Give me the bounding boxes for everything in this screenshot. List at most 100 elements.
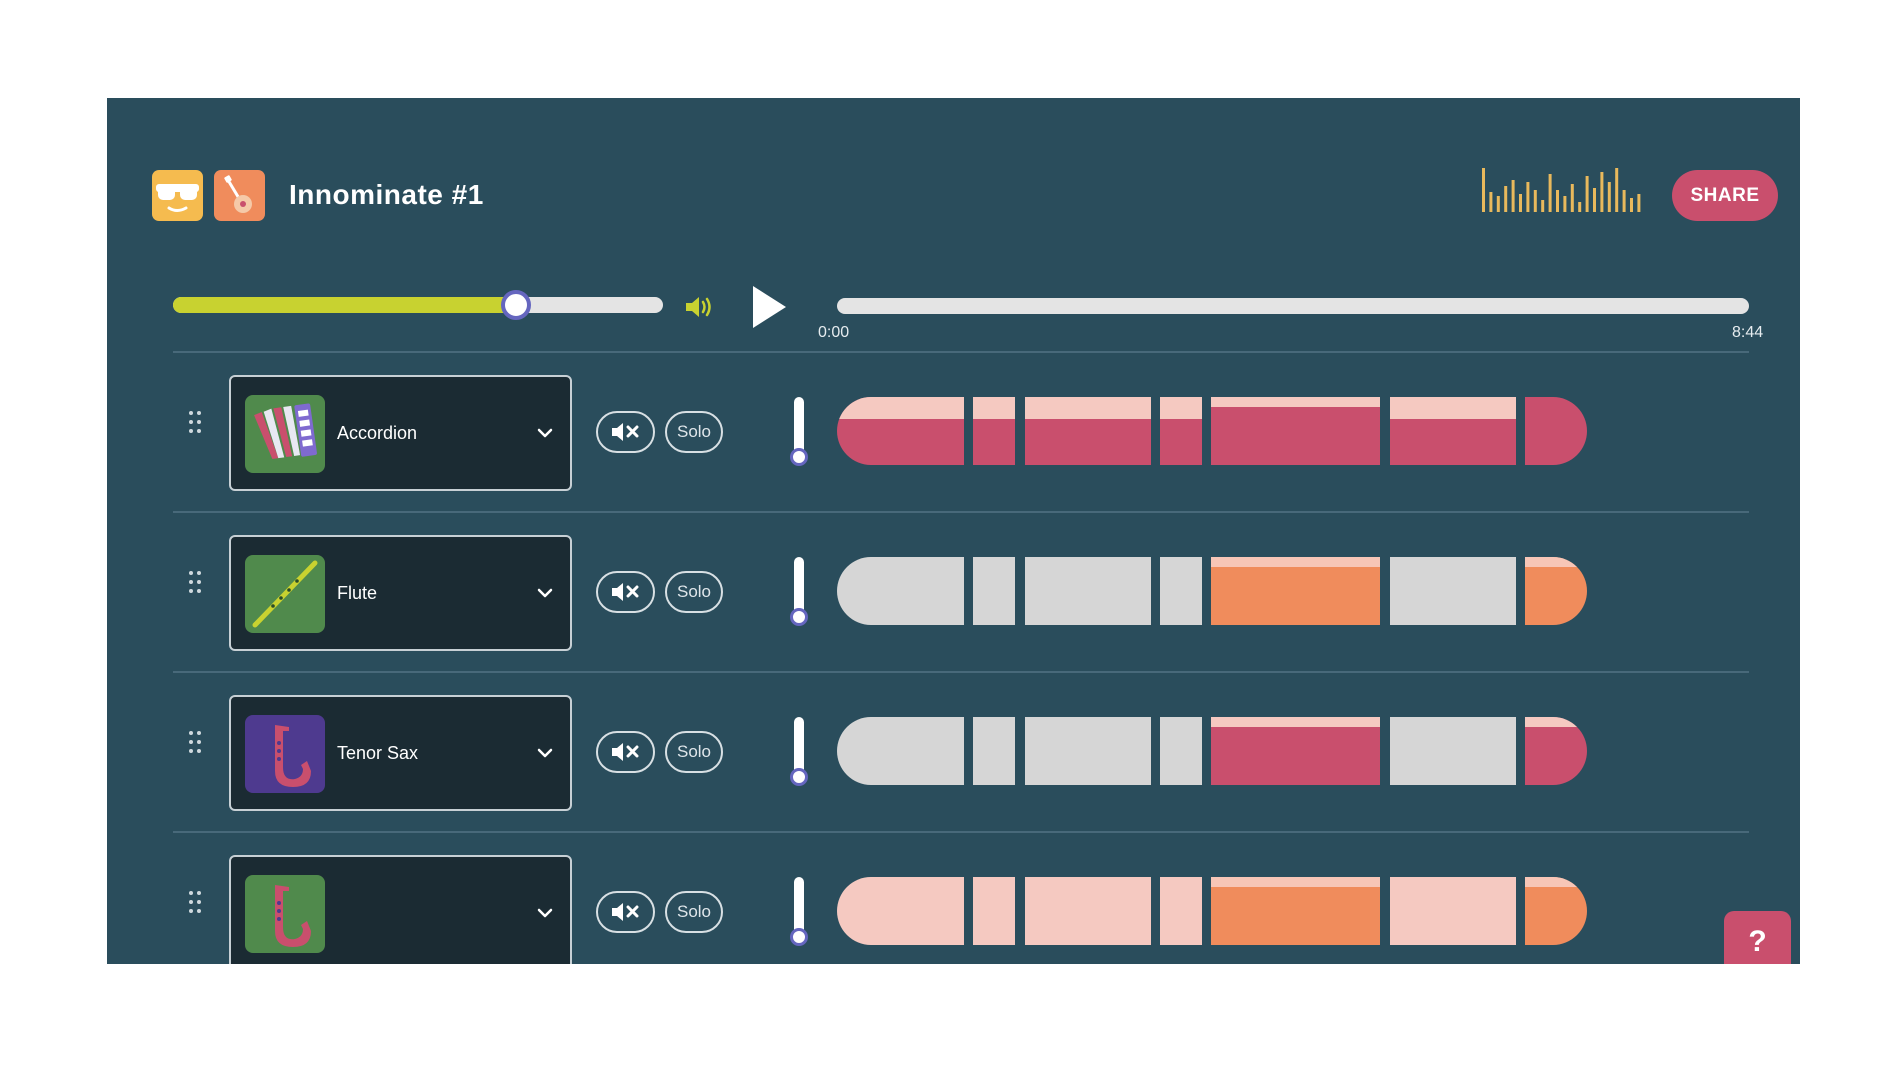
equalizer-bar (1578, 202, 1582, 212)
timeline-segment[interactable] (973, 397, 1015, 465)
track-volume-slider[interactable] (789, 557, 809, 627)
timeline-segment[interactable] (1160, 397, 1202, 465)
mute-button[interactable] (596, 571, 655, 613)
saxophone-icon (245, 715, 325, 793)
track-timeline[interactable] (837, 877, 1749, 945)
track-timeline[interactable] (837, 397, 1749, 465)
timeline-segment[interactable] (837, 717, 964, 785)
instrument-select[interactable]: Tenor Sax (229, 695, 572, 811)
drag-handle-icon[interactable] (189, 411, 205, 437)
track-divider (173, 511, 1749, 513)
track-volume-thumb[interactable] (790, 768, 808, 786)
track-timeline[interactable] (837, 717, 1749, 785)
volume-thumb[interactable] (501, 290, 531, 320)
song-title[interactable]: Innominate #1 (289, 178, 484, 212)
track-divider (173, 831, 1749, 833)
timeline-segment[interactable] (1160, 877, 1202, 945)
timeline-segment[interactable] (1211, 397, 1380, 465)
chevron-down-icon (537, 428, 553, 438)
guitar-icon[interactable] (214, 170, 265, 221)
help-button[interactable]: ? (1724, 911, 1791, 964)
play-button[interactable] (750, 284, 788, 330)
equalizer-bar (1489, 192, 1493, 212)
timeline-segment[interactable] (1160, 557, 1202, 625)
track-divider (173, 671, 1749, 673)
timeline-segment[interactable] (1525, 877, 1587, 945)
track-volume-thumb[interactable] (790, 448, 808, 466)
track-volume-thumb[interactable] (790, 608, 808, 626)
segment-highlight (1211, 397, 1380, 407)
segment-highlight (1025, 397, 1151, 419)
timeline-segment[interactable] (1025, 877, 1151, 945)
timeline-segment[interactable] (1211, 717, 1380, 785)
timeline-segment[interactable] (1025, 397, 1151, 465)
chevron-down-icon (537, 748, 553, 758)
timeline-segment[interactable] (1211, 877, 1380, 945)
track-row: Tenor Sax Solo (107, 695, 1800, 815)
solo-button[interactable]: Solo (665, 571, 723, 613)
timeline-segment[interactable] (1025, 717, 1151, 785)
timeline-segment[interactable] (1025, 557, 1151, 625)
instrument-select[interactable] (229, 855, 572, 964)
timeline-segment[interactable] (1390, 397, 1516, 465)
track-volume-thumb[interactable] (790, 928, 808, 946)
timeline-segment[interactable] (1390, 557, 1516, 625)
instrument-select[interactable]: Flute (229, 535, 572, 651)
drag-handle-icon[interactable] (189, 891, 205, 917)
mute-button[interactable] (596, 411, 655, 453)
flute-icon (245, 555, 325, 633)
drag-handle-icon[interactable] (189, 731, 205, 757)
solo-button[interactable]: Solo (665, 731, 723, 773)
timeline-segment[interactable] (837, 397, 964, 465)
timeline-segment[interactable] (1160, 717, 1202, 785)
mute-icon (612, 423, 639, 441)
timeline-segment[interactable] (1211, 557, 1380, 625)
playback-progress-bar[interactable] (837, 298, 1749, 314)
solo-button[interactable]: Solo (665, 411, 723, 453)
timeline-segment[interactable] (973, 717, 1015, 785)
accordion-icon (245, 395, 325, 473)
mute-button[interactable] (596, 731, 655, 773)
timeline-segment[interactable] (973, 557, 1015, 625)
instrument-name: Tenor Sax (337, 743, 419, 763)
timeline-segment[interactable] (973, 877, 1015, 945)
solo-button[interactable]: Solo (665, 891, 723, 933)
segment-highlight (1211, 557, 1380, 567)
share-button[interactable]: SHARE (1672, 170, 1778, 221)
segment-highlight (1525, 557, 1587, 567)
equalizer-bar (1600, 172, 1604, 212)
timeline-segment[interactable] (837, 877, 964, 945)
instrument-select[interactable]: Accordion (229, 375, 572, 491)
segment-highlight (1160, 397, 1202, 419)
mute-button[interactable] (596, 891, 655, 933)
timeline-segment[interactable] (1390, 717, 1516, 785)
equalizer-bar (1482, 168, 1485, 212)
track-volume-slider[interactable] (789, 717, 809, 787)
drag-handle-icon[interactable] (189, 571, 205, 597)
equalizer-bar (1593, 188, 1596, 212)
timeline-segment[interactable] (837, 557, 964, 625)
equalizer-bar (1541, 200, 1545, 212)
equalizer-bar (1504, 186, 1508, 212)
sunglasses-face-icon[interactable] (152, 170, 203, 221)
track-timeline[interactable] (837, 557, 1749, 625)
track-volume-slider[interactable] (789, 877, 809, 947)
timeline-segment[interactable] (1525, 557, 1587, 625)
timeline-segment[interactable] (1525, 397, 1587, 465)
mute-icon (612, 743, 639, 761)
equalizer-bar (1526, 182, 1530, 212)
timeline-segment[interactable] (1390, 877, 1516, 945)
segment-highlight (973, 397, 1015, 419)
track-divider (173, 351, 1749, 353)
track-volume-slider[interactable] (789, 397, 809, 467)
equalizer-bar (1585, 176, 1589, 212)
chevron-down-icon (537, 588, 553, 598)
segment-highlight (1525, 877, 1587, 887)
equalizer-bar (1496, 196, 1500, 212)
equalizer-bar (1570, 184, 1574, 212)
speaker-icon[interactable] (684, 294, 714, 320)
track-row: Flute Solo (107, 535, 1800, 655)
time-end-label: 8:44 (1732, 324, 1764, 341)
master-volume-slider[interactable] (173, 290, 663, 320)
timeline-segment[interactable] (1525, 717, 1587, 785)
